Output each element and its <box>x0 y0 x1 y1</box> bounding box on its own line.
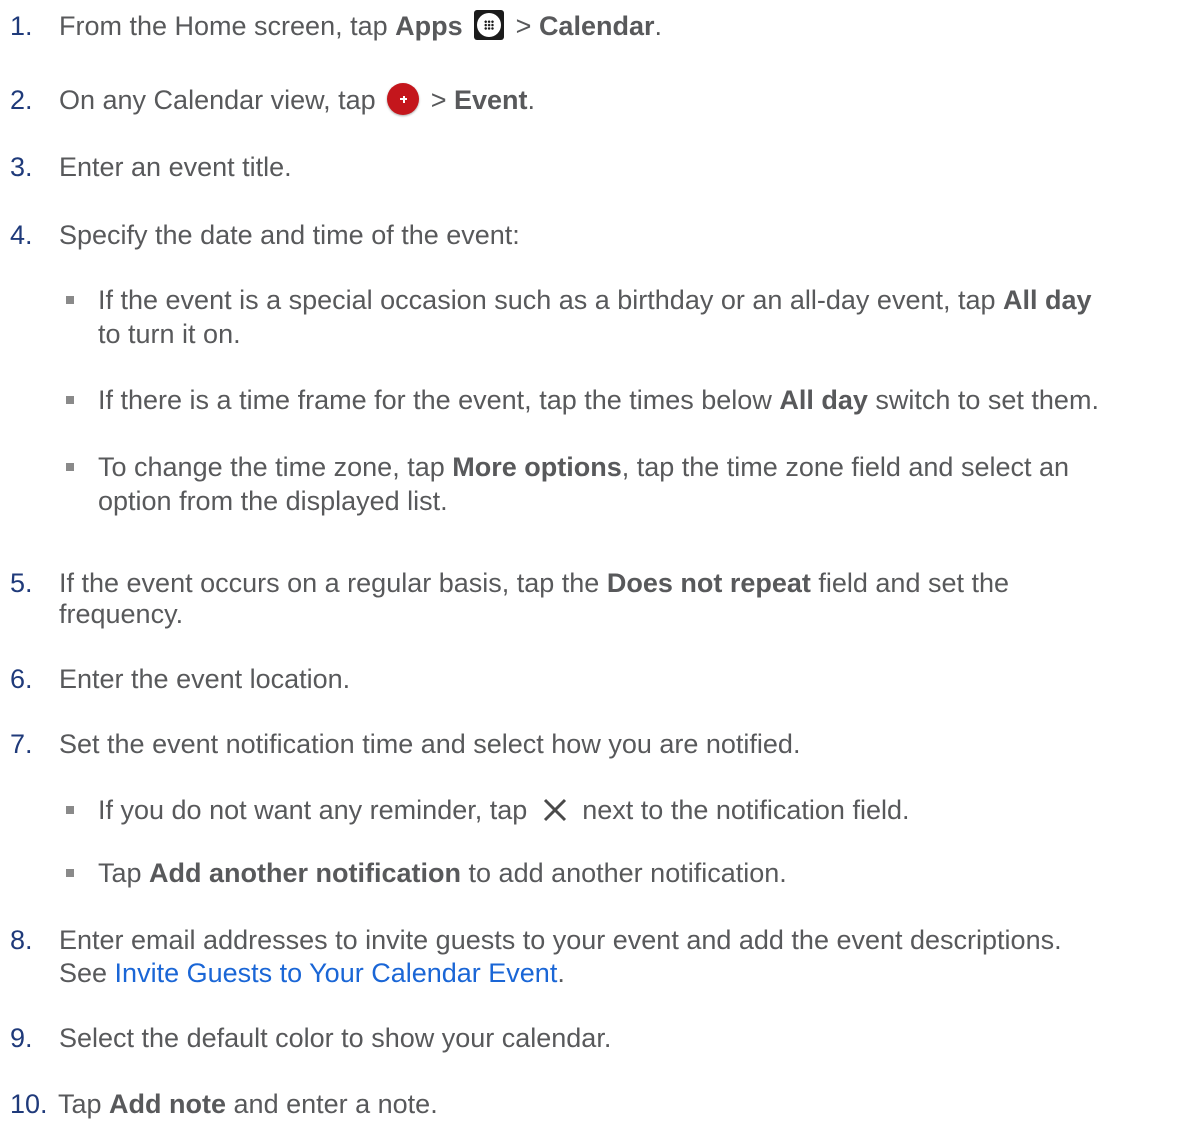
step-number: 5. <box>10 568 33 598</box>
step-number: 3. <box>10 152 33 182</box>
bullet-marker <box>66 806 74 814</box>
step-text: Set the event notification time and sele… <box>59 729 801 759</box>
bullet-marker <box>66 463 74 471</box>
step-text: Enter email addresses to invite guests t… <box>59 925 1062 955</box>
step-text: From the Home screen, tap Apps > Calenda… <box>59 10 662 41</box>
bullet-marker <box>66 396 74 404</box>
bullet-marker <box>66 869 74 877</box>
step-number: 7. <box>10 729 33 759</box>
step-number: 10. <box>10 1089 48 1119</box>
step-text: Enter an event title. <box>59 152 292 182</box>
step-text: Select the default color to show your ca… <box>59 1023 612 1053</box>
step-text: Enter the event location. <box>59 664 351 694</box>
step-text: Specify the date and time of the event: <box>59 220 520 250</box>
bullet-marker <box>66 296 74 304</box>
step-number: 6. <box>10 664 33 694</box>
step-text: If the event occurs on a regular basis, … <box>59 568 1010 598</box>
step-number: 1. <box>10 11 33 41</box>
step-text: Tap Add note and enter a note. <box>58 1089 438 1119</box>
step-number: 8. <box>10 925 33 955</box>
add-circle-icon <box>387 83 420 115</box>
close-x-icon <box>543 798 566 822</box>
step-number: 4. <box>10 220 33 250</box>
invite-guests-link[interactable]: Invite Guests to Your Calendar Event <box>115 958 558 988</box>
step-number: 2. <box>10 85 33 115</box>
step-number: 9. <box>10 1023 33 1053</box>
apps-grid-icon <box>474 10 505 40</box>
step-text: On any Calendar view, tap > Event. <box>59 83 536 115</box>
